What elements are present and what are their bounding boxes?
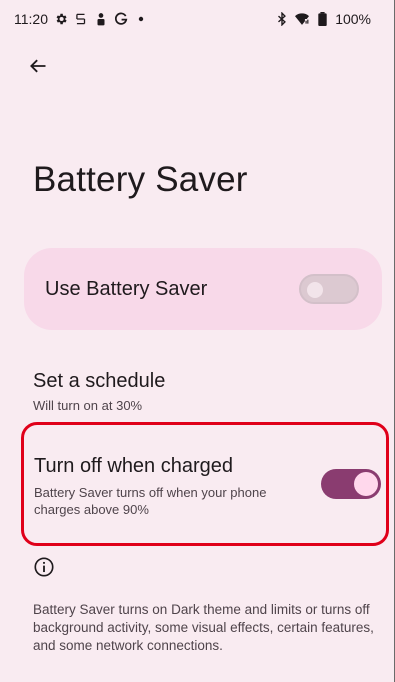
info-icon (33, 556, 55, 578)
turn-off-when-charged-item[interactable]: Turn off when charged Battery Saver turn… (21, 422, 389, 546)
settings-screen: 11:20 100% Battery Saver Use Battery Sav… (0, 0, 395, 682)
settings-gear-icon (54, 12, 68, 26)
page-title: Battery Saver (33, 160, 248, 199)
status-bar-right: 100% (275, 11, 371, 27)
wifi-icon (295, 12, 310, 26)
switch-thumb (354, 472, 378, 496)
person-icon (94, 12, 108, 26)
battery-icon (315, 12, 329, 26)
dot-icon (134, 12, 148, 26)
battery-saver-description: Battery Saver turns on Dark theme and li… (33, 602, 374, 653)
use-battery-saver-label: Use Battery Saver (45, 278, 208, 300)
use-battery-saver-card[interactable]: Use Battery Saver (24, 248, 382, 330)
switch-thumb (307, 282, 323, 298)
set-schedule-title: Set a schedule (33, 370, 166, 392)
status-time: 11:20 (14, 11, 48, 27)
google-g-icon (114, 12, 128, 26)
back-button[interactable] (22, 50, 54, 82)
arrow-back-icon (30, 59, 46, 73)
sync-icon (74, 12, 88, 26)
turn-off-when-charged-summary: Battery Saver turns off when your phone … (34, 485, 267, 517)
turn-off-when-charged-switch[interactable] (321, 469, 381, 499)
status-bar: 11:20 100% (0, 0, 395, 36)
use-battery-saver-switch[interactable] (299, 274, 359, 304)
set-schedule-summary: Will turn on at 30% (33, 398, 143, 413)
set-schedule-item[interactable]: Set a schedule Will turn on at 30% (0, 358, 395, 420)
battery-percent: 100% (335, 11, 371, 27)
status-bar-left: 11:20 (14, 11, 148, 27)
bluetooth-icon (275, 12, 289, 26)
turn-off-when-charged-title: Turn off when charged (34, 455, 234, 477)
